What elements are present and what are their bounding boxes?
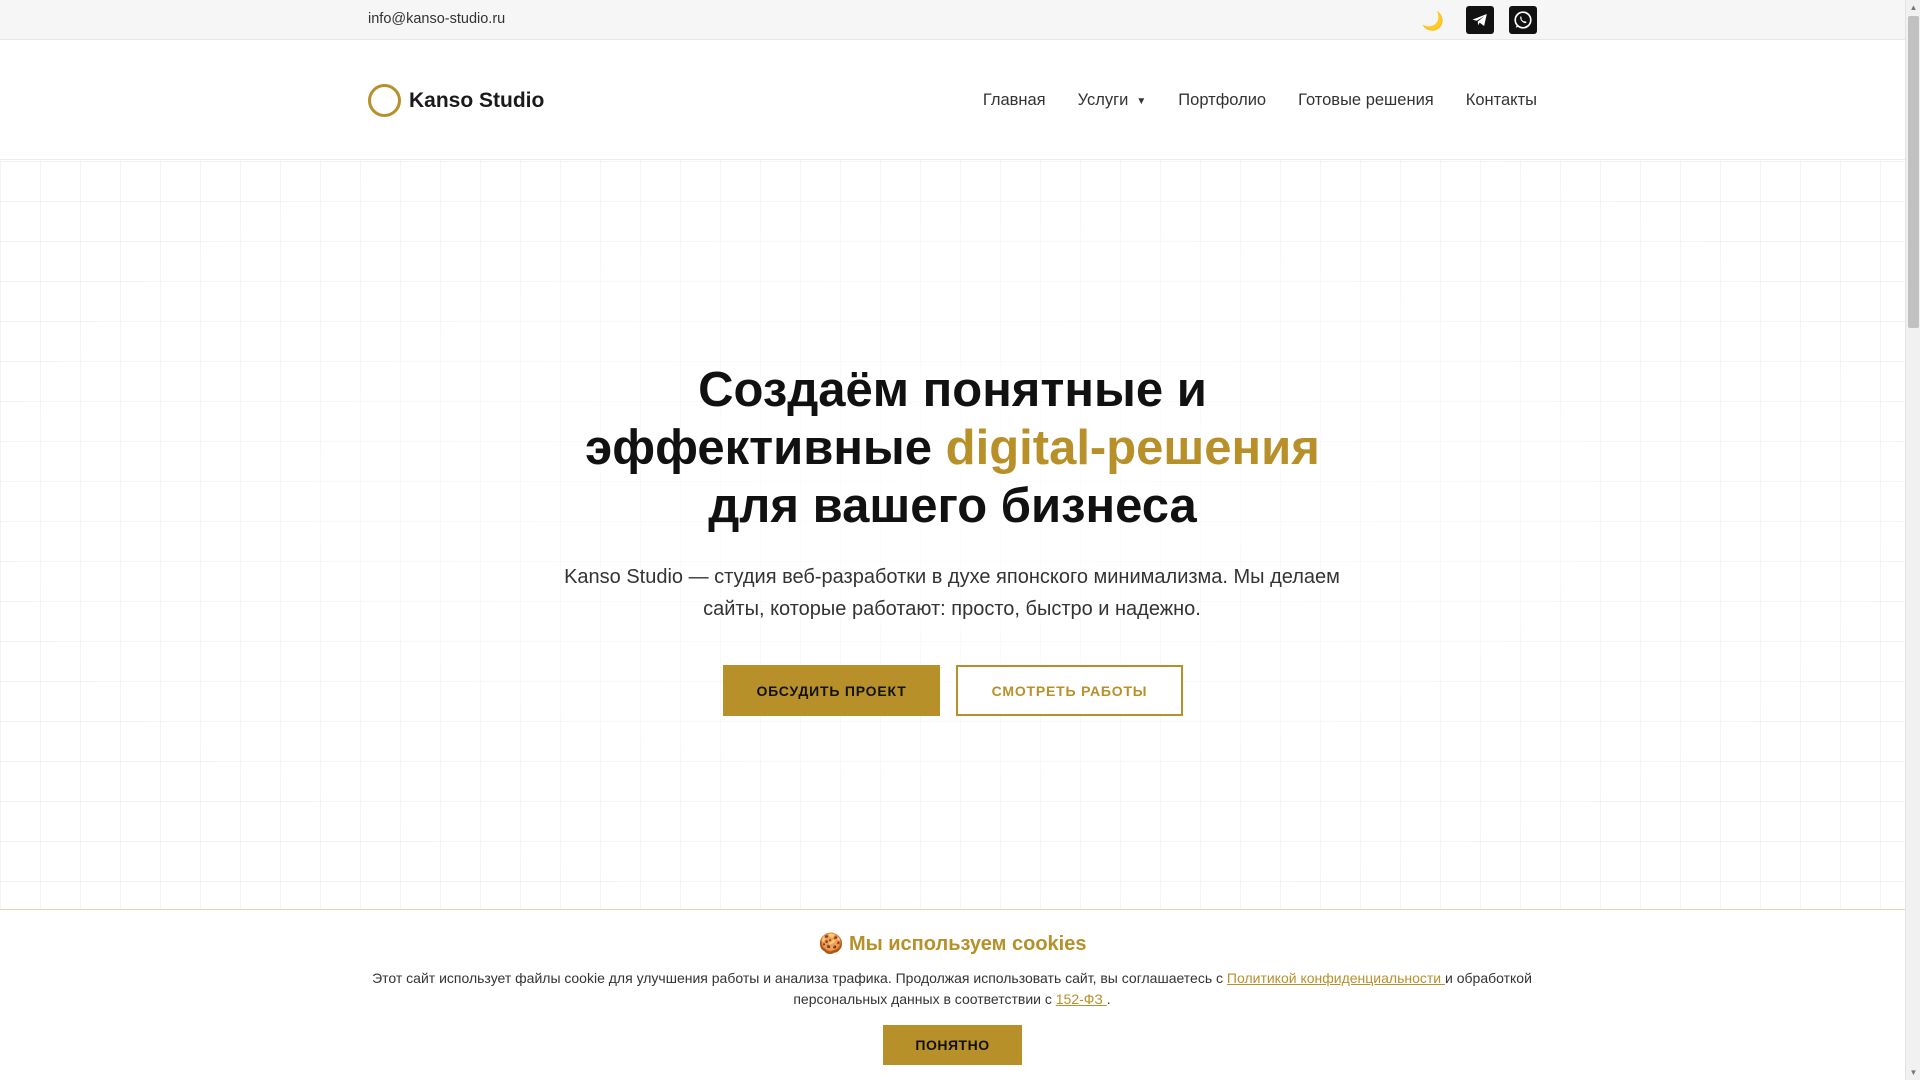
page-scrollbar[interactable]: ▲ ▼ (1905, 0, 1920, 1080)
logo[interactable]: Kanso Studio (368, 84, 544, 117)
hero-section: Создаём понятные и эффективные digital-р… (0, 161, 1905, 911)
cookie-accept-button[interactable]: ПОНЯТНО (883, 1025, 1022, 1065)
hero-title-line3: для вашего бизнеса (708, 479, 1197, 533)
hero-title: Создаём понятные и эффективные digital-р… (0, 361, 1905, 535)
cookie-title-text: Мы используем cookies (848, 933, 1087, 955)
scroll-down-arrow-icon[interactable]: ▼ (1906, 1065, 1920, 1080)
moon-icon: 🌙 (1421, 10, 1445, 31)
scroll-up-arrow-icon[interactable]: ▲ (1906, 0, 1920, 15)
scrollbar-thumb[interactable] (1908, 16, 1919, 328)
view-works-button[interactable]: СМОТРЕТЬ РАБОТЫ (956, 665, 1183, 716)
telegram-button[interactable] (1466, 6, 1494, 34)
theme-toggle-button[interactable]: 🌙 (1420, 8, 1446, 34)
whatsapp-icon (1514, 11, 1532, 29)
hero-background-grid (0, 161, 1905, 911)
whatsapp-button[interactable] (1509, 6, 1537, 34)
cookie-title: 🍪 Мы используем cookies (0, 931, 1905, 956)
discuss-project-button[interactable]: ОБСУДИТЬ ПРОЕКТ (723, 665, 940, 716)
cookie-text-part1: Этот сайт использует файлы cookie для ул… (372, 970, 1227, 986)
hero-subtitle: Kanso Studio — студия веб-разработки в д… (564, 566, 1340, 620)
site-header: Kanso Studio Главная Услуги ▼ Портфолио … (0, 40, 1905, 160)
logo-ring-icon (368, 84, 401, 117)
nav-item-services-label: Услуги (1077, 91, 1129, 109)
law-152-link[interactable]: 152-ФЗ (1056, 991, 1107, 1007)
caret-down-icon: ▼ (1136, 96, 1147, 107)
cookie-text-part3: . (1106, 991, 1111, 1007)
telegram-icon (1472, 14, 1487, 26)
cookie-icon: 🍪 (818, 933, 844, 955)
nav-item-contacts[interactable]: Контакты (1466, 91, 1537, 110)
logo-text: Kanso Studio (409, 88, 545, 112)
nav-item-home[interactable]: Главная (983, 91, 1046, 110)
nav-item-portfolio[interactable]: Портфолио (1178, 91, 1266, 110)
hero-title-line2: эффективные (585, 421, 946, 475)
nav-item-services[interactable]: Услуги ▼ (1078, 91, 1147, 110)
hero-title-line1: Создаём понятные и (698, 363, 1207, 417)
main-nav: Главная Услуги ▼ Портфолио Готовые решен… (983, 91, 1537, 110)
nav-item-solutions[interactable]: Готовые решения (1298, 91, 1434, 110)
cookie-banner: 🍪 Мы используем cookies Этот сайт исполь… (0, 909, 1905, 1080)
hero-title-accent: digital-решения (945, 421, 1320, 475)
privacy-policy-link[interactable]: Политикой конфиденциальности (1227, 970, 1445, 986)
email-link[interactable]: info@kanso-studio.ru (368, 11, 505, 27)
page: info@kanso-studio.ru 🌙 Kanso Studio Глав… (0, 0, 1905, 1080)
cookie-text: Этот сайт использует файлы cookie для ул… (362, 968, 1542, 1010)
top-bar: info@kanso-studio.ru 🌙 (0, 0, 1905, 40)
